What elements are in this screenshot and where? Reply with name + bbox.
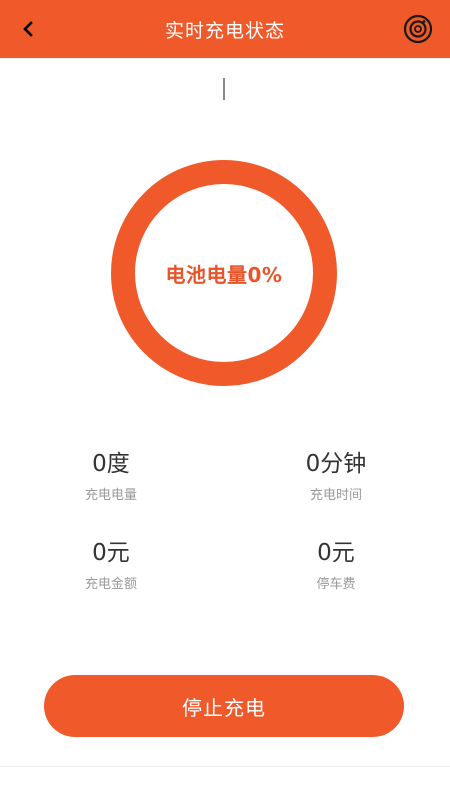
stat-parking-value: 0元: [317, 540, 355, 566]
stat-parking: 0元 停车费: [261, 539, 411, 592]
stat-amount-value: 0元: [92, 540, 130, 566]
text-cursor: [223, 78, 225, 100]
chevron-left-icon: [23, 21, 33, 37]
stat-energy-label: 充电电量: [84, 488, 137, 503]
page-title: 实时充电状态: [164, 19, 285, 42]
stop-charging-button[interactable]: 停止充电: [44, 675, 404, 737]
camera-lens-icon: [403, 14, 433, 44]
stat-time-label: 充电时间: [309, 488, 362, 503]
stat-parking-label: 停车费: [316, 577, 356, 592]
stat-time-value: 0分钟: [305, 451, 367, 477]
stat-time: 0分钟 充电时间: [261, 450, 411, 503]
footer-divider: [0, 766, 450, 767]
stat-energy: 0度 充电电量: [36, 450, 186, 503]
battery-ring: 电池电量0%: [111, 160, 337, 386]
back-button[interactable]: [14, 14, 44, 44]
battery-level-label: 电池电量0%: [165, 262, 283, 287]
stat-energy-value: 0度: [92, 451, 130, 477]
app-header: 实时充电状态: [0, 0, 450, 58]
stat-amount: 0元 充电金额: [36, 539, 186, 592]
stat-amount-label: 充电金额: [84, 577, 137, 592]
camera-button[interactable]: [402, 13, 434, 45]
header-divider: [0, 58, 450, 59]
